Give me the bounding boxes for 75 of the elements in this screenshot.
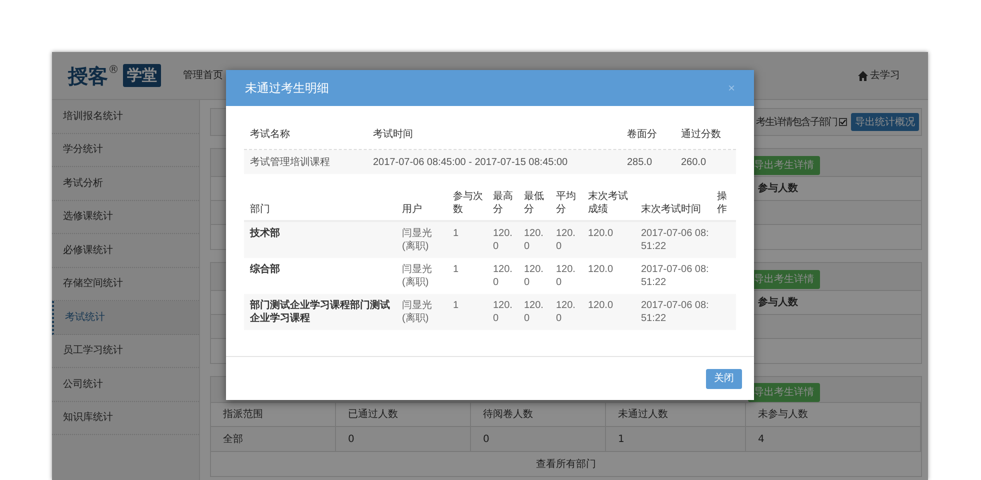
table-cell-text: 285.0 [626,156,652,170]
modal-title: 未通过考生明细 [245,80,329,97]
table-cell: 全部 [211,427,336,451]
sidebar-item[interactable]: 学分统计 [52,134,199,167]
export-summary-button[interactable]: 导出统计概况 [851,113,919,131]
table-cell: 0 [336,427,471,451]
sidebar-item[interactable]: 员工学习统计 [52,334,199,368]
table-cell-text: 2017-07-06 08:45:00 - 2017-07-15 08:45:00 [372,156,568,170]
column-header: 用户 [401,203,423,216]
table-cell: 1 [606,427,746,451]
table-cell-text: 260.0 [680,156,706,170]
table-cell-text: 闫显光(离职) [401,227,433,253]
column-header: 部门 [249,203,271,216]
column-header: 操作 [716,190,728,216]
sidebar-item[interactable]: 考试分析 [52,167,199,200]
column-header: 待阅卷人数 [471,403,606,426]
table-cell-text: 2017-07-06 08:51:22 [640,263,710,289]
sidebar-item[interactable]: 知识库统计 [52,402,199,435]
column-header: 考试名称 [249,128,290,142]
column-header: 未参与人数 [746,403,921,426]
table-cell-text: 考试管理培训课程 [249,156,330,170]
table-cell-text: 120.0 [492,227,514,253]
table-cell-text: 综合部 [249,263,281,276]
column-header: 指派范围 [211,403,336,426]
column-header: 末次考试成绩 [587,190,629,216]
column-header: 参与次数 [452,190,484,216]
table-cell-text: 1 [452,263,460,276]
column-header: 通过分数 [680,128,721,142]
table-cell-text: 技术部 [248,227,281,240]
table-cell-text: 120.0 [555,263,576,289]
check-icon [840,119,846,125]
logo-badge: 学堂 [123,64,161,87]
table-cell-text: 闫显光(离职) [401,299,433,325]
table-cell-text: 120.0 [587,299,614,312]
sidebar-item[interactable]: 公司统计 [52,368,199,402]
home-icon [858,70,868,80]
column-header: 卷面分 [626,128,657,142]
table-cell-text: 120.0 [492,299,514,325]
logo-mark: ® [108,62,119,78]
table-cell-text: 120.0 [555,227,576,253]
column-header: 未通过人数 [606,403,746,426]
sidebar-item[interactable]: 必修课统计 [52,234,199,268]
table-cell-text: 闫显光(离职) [401,263,433,289]
column-header: 末次考试时间 [640,203,702,216]
table-cell-text: 120.0 [555,299,576,325]
nav-link[interactable]: 管理首页 [183,68,223,83]
include-subdepartments-checkbox[interactable] [839,118,847,126]
table-cell-text: 1 [452,299,460,312]
table-cell-text: 1 [452,227,460,240]
sidebar-item[interactable]: 培训报名统计 [52,100,199,134]
table-cell-text: 120.0 [492,263,514,289]
view-all-departments-link[interactable]: 查看所有部门 [536,456,596,472]
sidebar-item[interactable]: 选修课统计 [52,200,199,234]
column-header: 平均分 [555,190,577,216]
table-cell: 0 [471,427,606,451]
table-cell-text: 120.0 [587,263,614,276]
column-header: 考试时间 [372,128,413,142]
table-cell-text: 2017-07-06 08:51:22 [640,227,710,253]
table-cell-text: 部门测试企业学习课程部门测试企业学习课程 [248,299,391,325]
column-header: 参与人数 [757,296,798,310]
table-cell-text: 120.0 [523,227,544,253]
table-cell-text: 2017-07-06 08:51:22 [640,299,710,325]
table-cell-text: 120.0 [523,263,544,289]
logo-text: 授客 [68,62,108,90]
table-cell-text: 120.0 [587,227,614,240]
table-cell-text: 120.0 [523,299,544,325]
column-header: 最低分 [523,190,545,216]
close-button[interactable]: 关闭 [706,368,742,388]
table-cell: 4 [746,427,921,451]
option-label: 考生详情包含子部门 [756,116,837,130]
go-learn-link[interactable]: 去学习 [858,68,900,83]
column-header: 参与人数 [757,182,798,196]
column-header: 已通过人数 [336,403,471,426]
column-header: 最高分 [492,190,514,216]
sidebar-item[interactable]: 考试统计 [52,301,199,334]
